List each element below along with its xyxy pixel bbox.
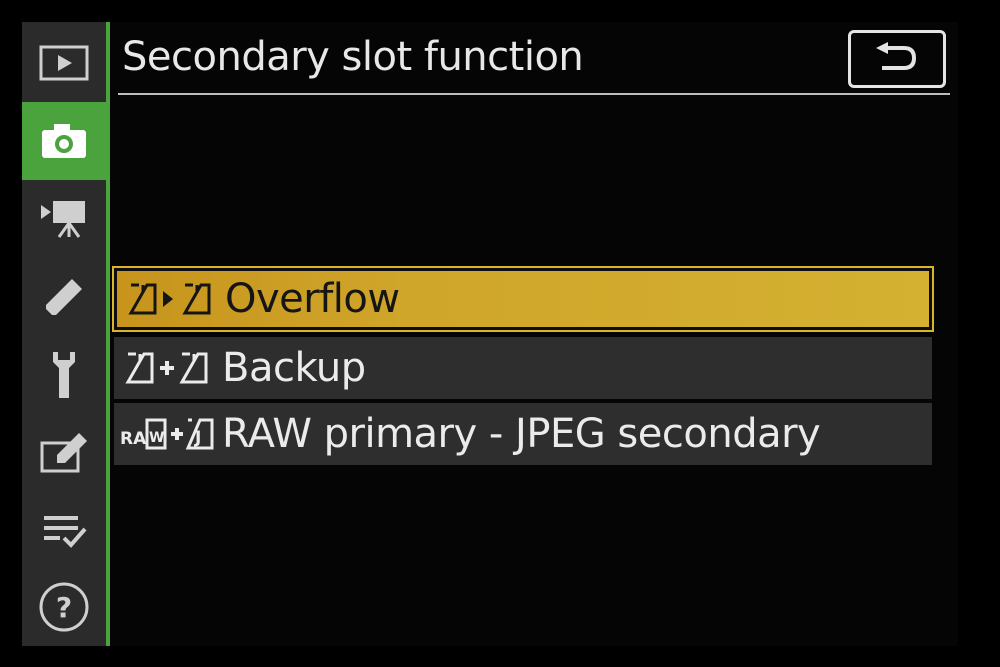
sidebar-item-photo-shooting[interactable] xyxy=(22,102,106,180)
menu-sidebar: ? xyxy=(22,22,106,646)
camera-icon xyxy=(42,124,86,158)
sidebar-item-setup[interactable] xyxy=(22,336,106,414)
sidebar-item-playback[interactable] xyxy=(22,24,106,102)
return-arrow-icon xyxy=(876,42,917,70)
option-backup[interactable]: Backup xyxy=(114,337,932,399)
raw-jpeg-slots-icon: RA W J xyxy=(114,403,222,465)
page-title: Secondary slot function xyxy=(122,34,584,80)
sidebar-item-movie-shooting[interactable] xyxy=(22,180,106,258)
sidebar-accent-line xyxy=(106,22,110,646)
help-icon: ? xyxy=(39,582,89,632)
back-button[interactable] xyxy=(848,30,946,88)
backup-slots-icon xyxy=(114,337,222,399)
sidebar-item-help[interactable]: ? xyxy=(22,568,106,646)
svg-text:J: J xyxy=(194,428,201,448)
option-label: RAW primary - JPEG secondary xyxy=(222,411,821,457)
movie-camera-icon xyxy=(41,201,85,238)
menu-screen: ? Secondary slot function Overflow Backu… xyxy=(22,22,958,646)
pencil-icon xyxy=(46,279,82,315)
svg-text:?: ? xyxy=(56,591,72,624)
svg-text:RA: RA xyxy=(120,429,147,449)
option-overflow[interactable]: Overflow xyxy=(112,266,934,332)
wrench-icon xyxy=(53,352,75,398)
my-menu-icon xyxy=(44,516,87,548)
option-raw-primary-jpeg-secondary[interactable]: RA W J RAW primary - JPEG secondary xyxy=(114,403,932,465)
sidebar-item-retouch[interactable] xyxy=(22,414,106,492)
header-divider xyxy=(118,93,950,95)
retouch-icon xyxy=(40,433,87,473)
playback-icon xyxy=(39,45,89,81)
sidebar-item-my-menu[interactable] xyxy=(22,492,106,570)
svg-text:W: W xyxy=(149,430,164,446)
option-label: Backup xyxy=(222,345,366,391)
option-label: Overflow xyxy=(225,276,400,322)
overflow-slots-icon xyxy=(117,268,225,330)
sidebar-item-custom-settings[interactable] xyxy=(22,258,106,336)
